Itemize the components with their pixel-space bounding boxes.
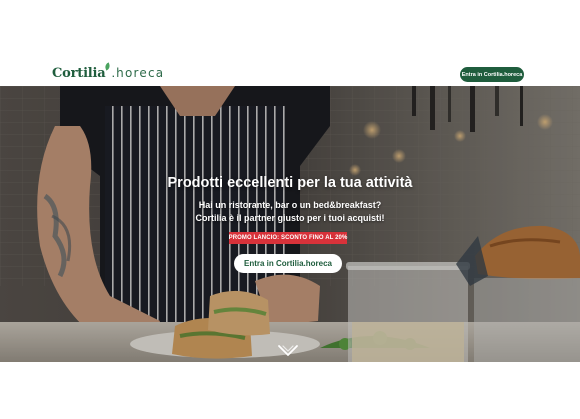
logo-separator: . (111, 65, 116, 80)
hero-subtitle-line-2: Cortilia è il partner giusto per i tuoi … (195, 213, 385, 223)
hero-content: Prodotti eccellenti per la tua attività … (0, 86, 580, 362)
cortilia-horeca-logo[interactable]: Cortilia . horeca (52, 62, 165, 81)
hero-subtitle-line-1: Hai un ristorante, bar o un bed&breakfas… (198, 200, 382, 210)
logo-suffix: horeca (116, 66, 165, 80)
promo-badge: PROMO LANCIO: SCONTO FINO AL 20% (229, 232, 347, 244)
hero-title: Prodotti eccellenti per la tua attività (167, 175, 413, 191)
hero-section: Prodotti eccellenti per la tua attività … (0, 86, 580, 362)
landing-page: Cortilia . horeca Entra in Cortilia.hore… (0, 0, 580, 419)
chevron-down-icon[interactable] (277, 344, 299, 358)
header-enter-button[interactable]: Entra in Cortilia.horeca (460, 67, 524, 82)
logo-brand: Cortilia (52, 66, 106, 81)
site-header: Cortilia . horeca Entra in Cortilia.hore… (0, 54, 580, 86)
hero-enter-button[interactable]: Entra in Cortilia.horeca (234, 254, 342, 273)
